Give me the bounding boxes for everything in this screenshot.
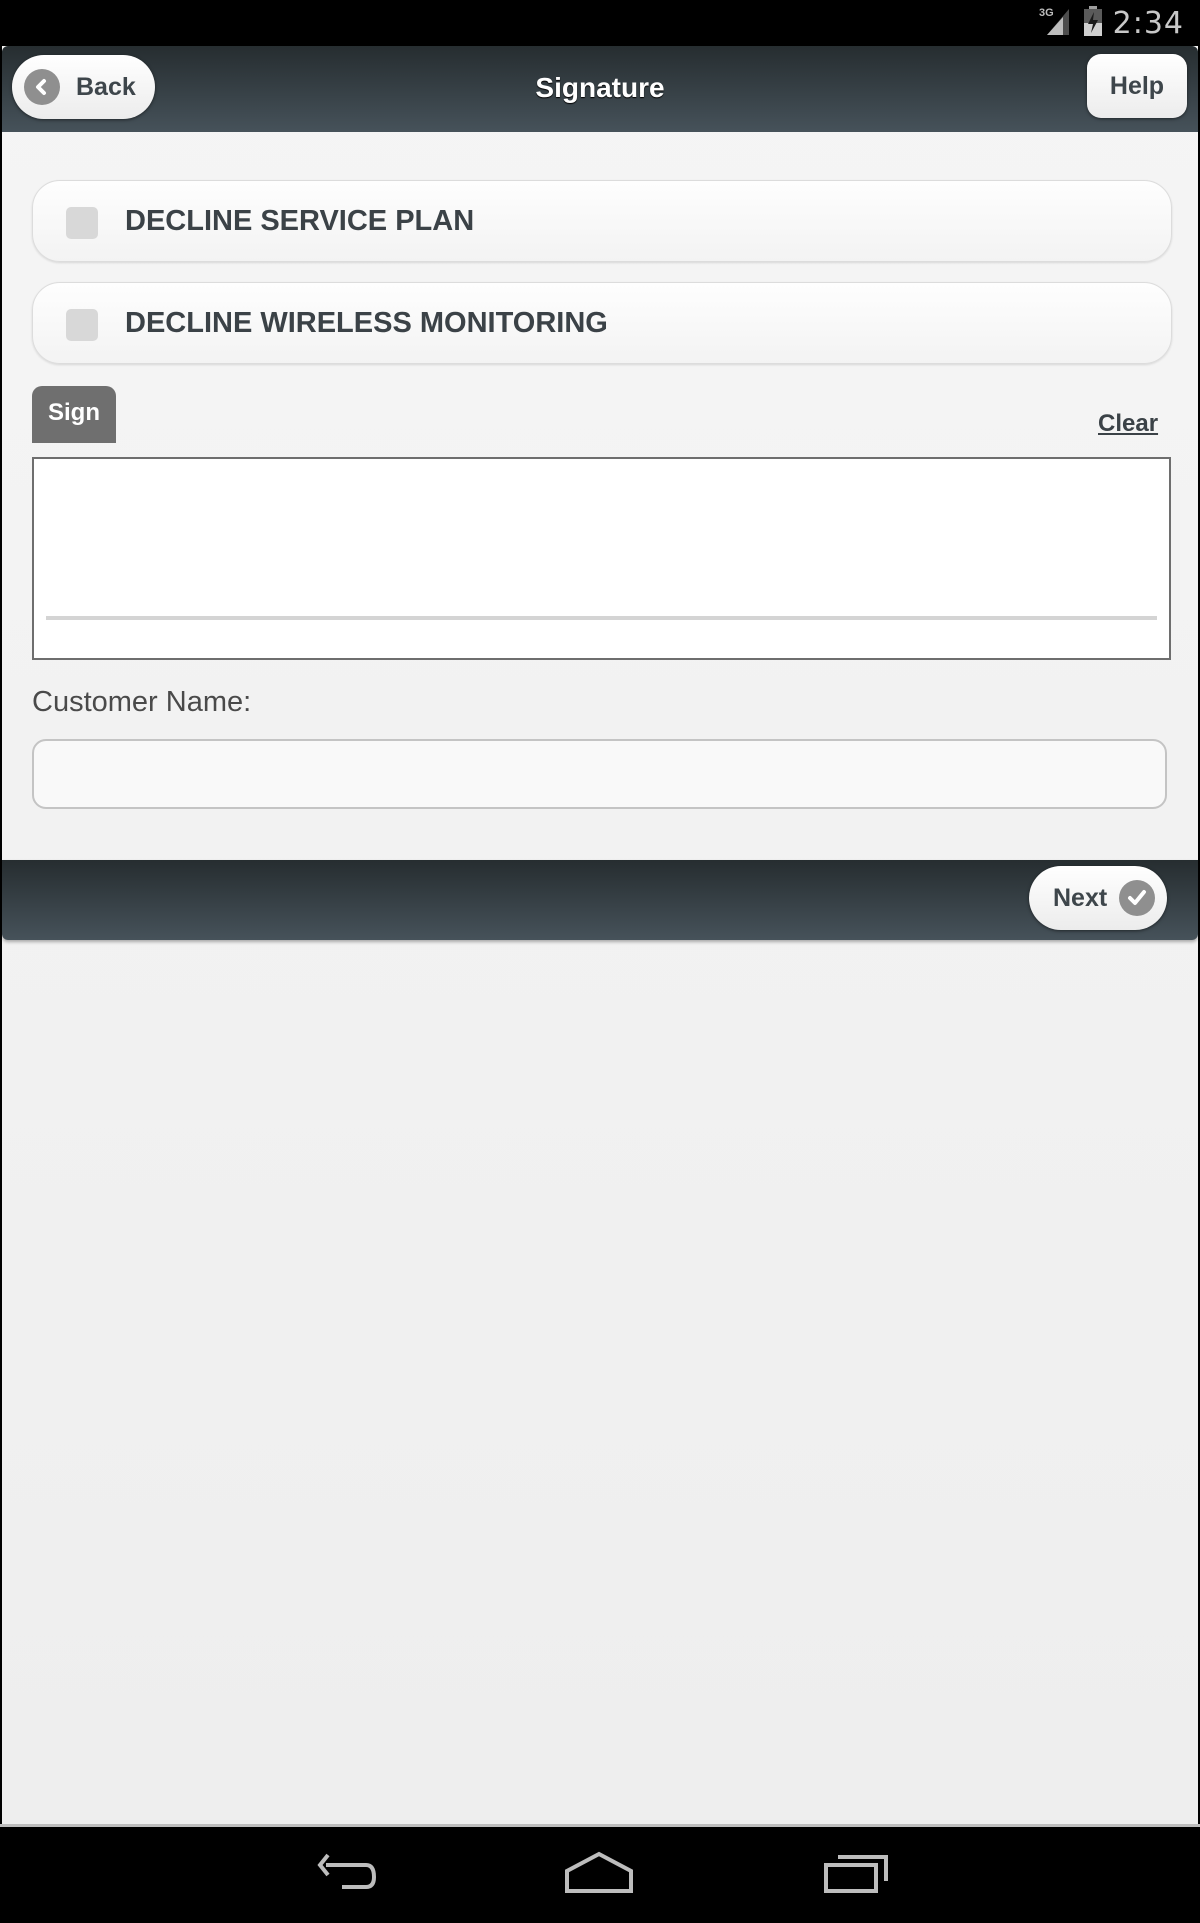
header-bar: Signature Back Help: [2, 46, 1198, 132]
signature-baseline: [46, 616, 1157, 620]
checkbox-label: DECLINE SERVICE PLAN: [125, 205, 475, 237]
clock: 2:34: [1112, 5, 1184, 41]
customer-name-label: Customer Name:: [32, 686, 252, 718]
back-button[interactable]: Back: [12, 55, 155, 119]
next-button-label: Next: [1053, 883, 1108, 912]
customer-name-input[interactable]: [32, 739, 1167, 809]
status-icons: 3G 2:34: [1039, 4, 1184, 42]
help-button[interactable]: Help: [1087, 54, 1187, 118]
back-nav-icon[interactable]: [312, 1851, 382, 1900]
checkmark-icon: [1119, 880, 1156, 916]
decline-wireless-monitoring-checkbox[interactable]: DECLINE WIRELESS MONITORING: [32, 282, 1172, 364]
checkbox-icon[interactable]: [66, 207, 98, 239]
android-nav-bar: [0, 1824, 1200, 1923]
home-nav-icon[interactable]: [563, 1851, 635, 1900]
checkbox-icon[interactable]: [66, 309, 98, 341]
recents-nav-icon[interactable]: [822, 1851, 892, 1900]
battery-charging-icon: [1083, 5, 1103, 42]
checkbox-label: DECLINE WIRELESS MONITORING: [125, 307, 608, 339]
status-bar: 3G 2:34: [0, 0, 1200, 46]
chevron-left-icon: [24, 69, 60, 105]
signal-3g-icon: 3G: [1039, 5, 1073, 42]
app-screen: Signature Back Help DECLINE SERVICE PLAN…: [2, 46, 1198, 1824]
sign-tab[interactable]: Sign: [32, 386, 116, 443]
decline-service-plan-checkbox[interactable]: DECLINE SERVICE PLAN: [32, 180, 1172, 262]
page-title: Signature: [535, 72, 665, 103]
next-button[interactable]: Next: [1029, 866, 1167, 930]
clear-signature-link[interactable]: Clear: [1098, 410, 1158, 438]
svg-text:3G: 3G: [1039, 7, 1054, 19]
signature-pad[interactable]: [32, 457, 1171, 660]
back-button-label: Back: [76, 72, 136, 101]
footer-bar: Next: [2, 860, 1198, 940]
